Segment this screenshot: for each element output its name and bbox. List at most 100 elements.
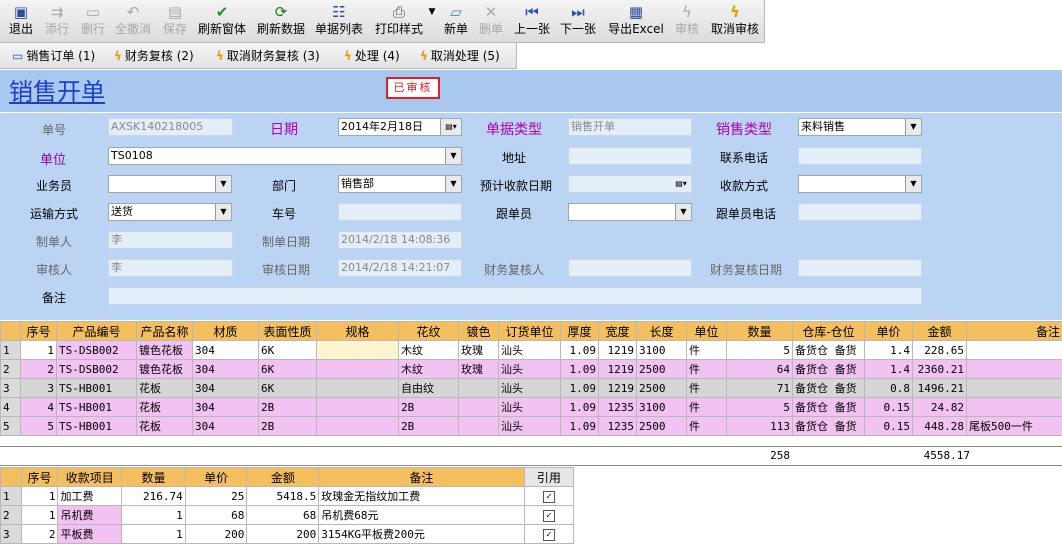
table-cell[interactable]: 件 xyxy=(686,359,727,379)
table-cell[interactable] xyxy=(316,378,399,398)
chevron-down-icon[interactable]: ▼ xyxy=(215,204,231,220)
chevron-down-icon[interactable]: ▼ xyxy=(445,148,461,164)
table-cell[interactable]: 1 xyxy=(20,505,59,525)
table-cell[interactable]: 200 xyxy=(184,524,248,544)
table-cell[interactable]: 1.09 xyxy=(560,340,599,360)
table-cell[interactable] xyxy=(316,340,399,360)
table-row[interactable]: 5 5 TS-HB001 花板 304 2B 2B 汕头 1.09 1235 2500 件 113 备货仓… xyxy=(0,416,1062,436)
col-header[interactable]: 规格 xyxy=(316,321,399,341)
table-cell[interactable]: 汕头 xyxy=(498,378,561,398)
fin-review-date-field[interactable] xyxy=(798,259,922,277)
table-row[interactable]: 1 1 加工费 216.74 25 5418.5 玫瑰金无指纹加工费 ✓ xyxy=(0,486,575,506)
table-cell[interactable]: 5 xyxy=(726,397,793,417)
row-number[interactable]: 1 xyxy=(0,486,22,506)
new-doc-button[interactable]: ▱ 新单 xyxy=(441,2,471,40)
follower-phone-field[interactable] xyxy=(798,203,922,221)
table-cell[interactable]: 304 xyxy=(192,397,259,417)
sales-type-select[interactable]: 来料销售 ▼ xyxy=(798,118,922,136)
col-header[interactable]: 厚度 xyxy=(560,321,599,341)
chevron-down-icon[interactable]: ▼ xyxy=(445,176,461,192)
date-picker[interactable]: 2014年2月18日 ▤▾ xyxy=(338,118,462,136)
table-cell[interactable]: 5418.5 xyxy=(246,486,320,506)
table-cell[interactable]: 25 xyxy=(184,486,248,506)
print-style-button[interactable]: ⎙ 打印样式 xyxy=(372,2,426,40)
table-row[interactable]: 1 1 TS-DSB002 镀色花板 304 6K 木纹 玫瑰 汕头 1.09 1219 3100 件 5… xyxy=(0,340,1062,360)
table-cell[interactable]: 448.28 xyxy=(912,416,967,436)
car-no-field[interactable] xyxy=(338,203,462,221)
col-header[interactable]: 数量 xyxy=(726,321,793,341)
calendar-icon[interactable]: ▤▾ xyxy=(671,176,691,192)
table-row[interactable]: 2 1 吊机费 1 68 68 吊机费68元 ✓ xyxy=(0,505,575,525)
table-cell[interactable]: 备货仓 备货 xyxy=(792,378,865,398)
table-cell[interactable]: 玫瑰金无指纹加工费 xyxy=(318,486,525,506)
table-cell[interactable]: 2500 xyxy=(636,359,687,379)
table-cell[interactable]: 件 xyxy=(686,397,727,417)
table-cell[interactable] xyxy=(966,359,1062,379)
table-cell[interactable]: 备货仓 备货 xyxy=(792,359,865,379)
table-cell[interactable]: 3100 xyxy=(636,397,687,417)
col-header[interactable]: 花纹 xyxy=(398,321,459,341)
prev-button[interactable]: ⏮ 上一张 xyxy=(512,2,552,40)
table-cell[interactable]: 2B xyxy=(258,397,317,417)
table-cell[interactable]: TS-DSB002 xyxy=(56,359,137,379)
table-cell[interactable]: 113 xyxy=(726,416,793,436)
col-header[interactable]: 仓库-仓位 xyxy=(792,321,865,341)
table-cell[interactable]: 1 xyxy=(20,340,57,360)
table-cell[interactable]: 玫瑰 xyxy=(458,340,499,360)
table-cell[interactable]: TS-DSB002 xyxy=(56,340,137,360)
row-number[interactable]: 3 xyxy=(0,378,21,398)
tab-financial-review[interactable]: ϟ 财务复核 (2) xyxy=(114,47,194,64)
row-number[interactable]: 1 xyxy=(0,340,21,360)
table-cell[interactable]: 1.4 xyxy=(864,340,913,360)
table-cell[interactable]: 68 xyxy=(184,505,248,525)
table-cell[interactable]: 平板费 xyxy=(57,524,123,544)
col-header[interactable]: 数量 xyxy=(121,467,186,487)
remark-field[interactable] xyxy=(108,287,922,305)
table-row[interactable]: 2 2 TS-DSB002 镀色花板 304 6K 木纹 玫瑰 汕头 1.09 1219 2500 件 6… xyxy=(0,359,1062,379)
table-cell[interactable]: 尾板500一件 xyxy=(966,416,1062,436)
doc-list-button[interactable]: ☷ 单据列表 xyxy=(313,2,365,40)
reference-checkbox[interactable]: ✓ xyxy=(542,491,555,503)
table-cell[interactable]: 2B xyxy=(398,416,459,436)
table-cell[interactable]: 4 xyxy=(20,397,57,417)
row-number[interactable]: 3 xyxy=(0,524,22,544)
table-cell[interactable]: 1 xyxy=(121,524,186,544)
table-cell[interactable]: TS-HB001 xyxy=(56,397,137,417)
create-date-field[interactable]: 2014/2/18 14:08:36 xyxy=(338,231,462,249)
table-cell[interactable]: 200 xyxy=(246,524,320,544)
table-cell[interactable]: 木纹 xyxy=(398,359,459,379)
col-header[interactable]: 金额 xyxy=(912,321,967,341)
table-cell[interactable]: 228.65 xyxy=(912,340,967,360)
table-cell[interactable] xyxy=(458,397,499,417)
transport-select[interactable]: 送货 ▼ xyxy=(108,203,232,221)
table-cell[interactable]: 木纹 xyxy=(398,340,459,360)
dept-select[interactable]: 销售部 ▼ xyxy=(338,175,462,193)
add-row-button[interactable]: ⇉ 添行 xyxy=(42,2,72,40)
col-header[interactable]: 材质 xyxy=(192,321,259,341)
table-cell[interactable] xyxy=(966,378,1062,398)
table-row[interactable]: 3 3 TS-HB001 花板 304 6K 自由纹 汕头 1.09 1219 2500 件 71 备货仓… xyxy=(0,378,1062,398)
table-cell[interactable]: 1.09 xyxy=(560,378,599,398)
table-cell[interactable]: 1219 xyxy=(598,378,637,398)
chevron-down-icon[interactable]: ▼ xyxy=(215,176,231,192)
col-header[interactable]: 产品名称 xyxy=(136,321,193,341)
delete-doc-button[interactable]: ✕ 删单 xyxy=(476,2,506,40)
table-cell[interactable]: 68 xyxy=(246,505,320,525)
tab-cancel-financial-review[interactable]: ϟ 取消财务复核 (3) xyxy=(216,47,320,64)
table-cell[interactable]: 3100 xyxy=(636,340,687,360)
table-cell[interactable]: 304 xyxy=(192,340,259,360)
table-cell[interactable]: 216.74 xyxy=(121,486,186,506)
table-cell[interactable]: TS-HB001 xyxy=(56,378,137,398)
salesman-select[interactable]: ▼ xyxy=(108,175,232,193)
table-cell[interactable]: 花板 xyxy=(136,397,193,417)
creator-field[interactable]: 李 xyxy=(108,231,233,249)
table-cell[interactable]: 2B xyxy=(258,416,317,436)
table-cell[interactable]: 备货仓 备货 xyxy=(792,340,865,360)
table-cell[interactable]: 备货仓 备货 xyxy=(792,416,865,436)
exit-button[interactable]: ▣ 退出 xyxy=(6,2,36,40)
table-cell[interactable]: 1.4 xyxy=(864,359,913,379)
refresh-data-button[interactable]: ⟳ 刷新数据 xyxy=(255,2,307,40)
col-header[interactable]: 订货单位 xyxy=(498,321,561,341)
phone-field[interactable] xyxy=(798,147,922,165)
table-cell[interactable]: 2500 xyxy=(636,416,687,436)
